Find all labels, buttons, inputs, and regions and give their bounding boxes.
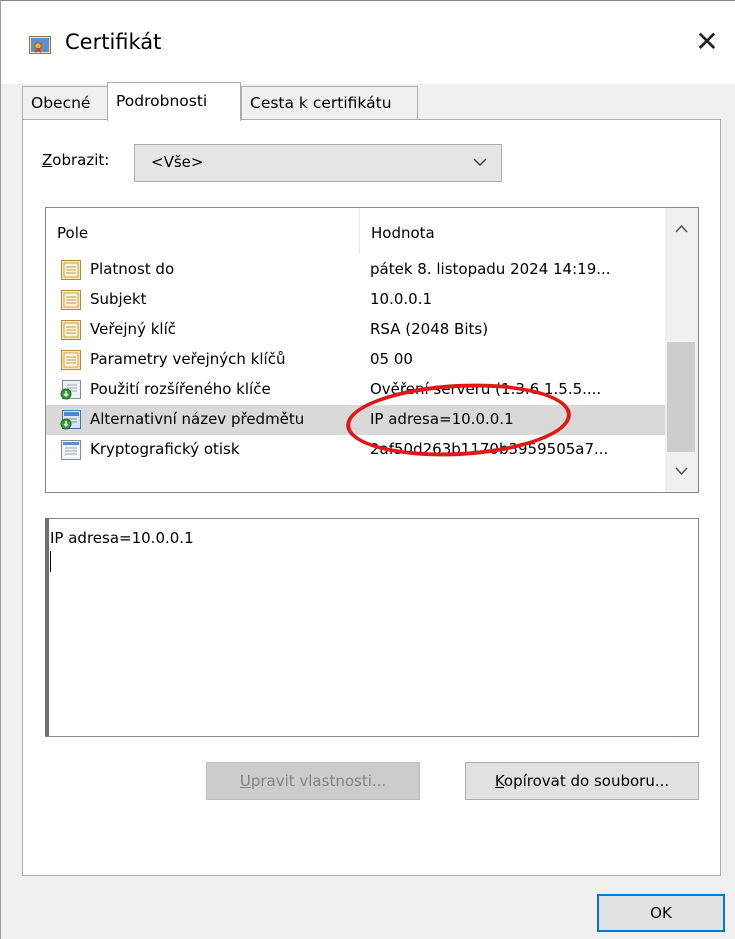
list-row[interactable]: Použití rozšířeného klíče Ověření server… [46, 375, 666, 405]
show-dropdown-value: <Vše> [151, 153, 204, 171]
field-name: Veřejný klíč [90, 320, 176, 338]
field-name: Kryptografický otisk [90, 440, 240, 458]
list-header: Pole Hodnota [46, 208, 666, 254]
detail-text: IP adresa=10.0.0.1 [50, 529, 194, 547]
extension-icon [60, 410, 81, 430]
close-button[interactable]: ✕ [687, 22, 727, 62]
window-title: Certifikát [65, 30, 162, 54]
certificate-icon [29, 36, 51, 54]
scroll-up-button[interactable] [665, 208, 698, 248]
list-row[interactable]: Veřejný klíč RSA (2048 Bits) [46, 315, 666, 345]
detail-textbox-edge [45, 518, 49, 737]
chevron-up-icon [675, 224, 688, 233]
list-row-selected[interactable]: Alternativní název předmětu IP adresa=10… [46, 405, 666, 435]
field-detail-textbox[interactable]: IP adresa=10.0.0.1 [45, 518, 699, 737]
field-value: 2af50d263b1170b3959505a7... [370, 440, 609, 458]
properties-icon [61, 440, 81, 460]
close-icon: ✕ [695, 25, 719, 58]
ok-button[interactable]: OK [597, 894, 725, 932]
tab-general[interactable]: Obecné [22, 86, 109, 119]
document-icon [61, 350, 81, 370]
edit-properties-button[interactable]: Upravit vlastnosti... [206, 762, 420, 800]
field-value: 05 00 [370, 350, 413, 368]
list-row[interactable]: Parametry veřejných klíčů 05 00 [46, 345, 666, 375]
field-value: pátek 8. listopadu 2024 14:19... [370, 260, 611, 278]
field-value: IP adresa=10.0.0.1 [370, 410, 514, 428]
tab-details[interactable]: Podrobnosti [107, 82, 241, 121]
detail-textbox-bottom-border [45, 736, 699, 737]
certificate-dialog: Certifikát ✕ Obecné Podrobnosti Cesta k … [0, 0, 735, 939]
text-caret [50, 551, 51, 572]
field-name: Parametry veřejných klíčů [90, 350, 286, 368]
document-icon [61, 320, 81, 340]
tab-label: Cesta k certifikátu [250, 94, 392, 112]
scroll-thumb[interactable] [667, 342, 695, 452]
field-value: Ověření serveru (1.3.6.1.5.5.... [370, 380, 602, 398]
column-divider[interactable] [359, 208, 360, 254]
chevron-down-icon [473, 158, 487, 166]
column-header-value[interactable]: Hodnota [371, 224, 435, 242]
field-name: Platnost do [90, 260, 175, 278]
field-name: Použití rozšířeného klíče [90, 380, 271, 398]
list-row[interactable]: Kryptografický otisk 2af50d263b1170b3959… [46, 435, 666, 465]
chevron-down-icon [675, 467, 688, 476]
title-bar-border [1, 0, 735, 1]
copy-to-file-button[interactable]: Kopírovat do souboru... [465, 762, 699, 800]
extension-icon [60, 380, 81, 400]
field-value: RSA (2048 Bits) [370, 320, 489, 338]
list-row[interactable]: Subjekt 10.0.0.1 [46, 285, 666, 315]
tab-label: Obecné [31, 94, 91, 112]
tab-label: Podrobnosti [116, 92, 208, 110]
field-name: Subjekt [90, 290, 147, 308]
field-name: Alternativní název předmětu [90, 410, 305, 428]
document-icon [61, 260, 81, 280]
title-bar: Certifikát ✕ [1, 0, 735, 84]
show-label: Zobrazit: [42, 151, 110, 169]
list-scrollbar[interactable] [665, 208, 698, 492]
list-row[interactable]: Platnost do pátek 8. listopadu 2024 14:1… [46, 255, 666, 285]
field-value: 10.0.0.1 [370, 290, 433, 308]
scroll-down-button[interactable] [665, 452, 698, 492]
tab-certification-path[interactable]: Cesta k certifikátu [241, 86, 418, 119]
column-header-field[interactable]: Pole [57, 224, 88, 242]
document-icon [61, 290, 81, 310]
show-dropdown[interactable]: <Vše> [134, 144, 502, 182]
field-list[interactable]: Pole Hodnota Platnost do pátek 8. listop… [45, 207, 699, 493]
